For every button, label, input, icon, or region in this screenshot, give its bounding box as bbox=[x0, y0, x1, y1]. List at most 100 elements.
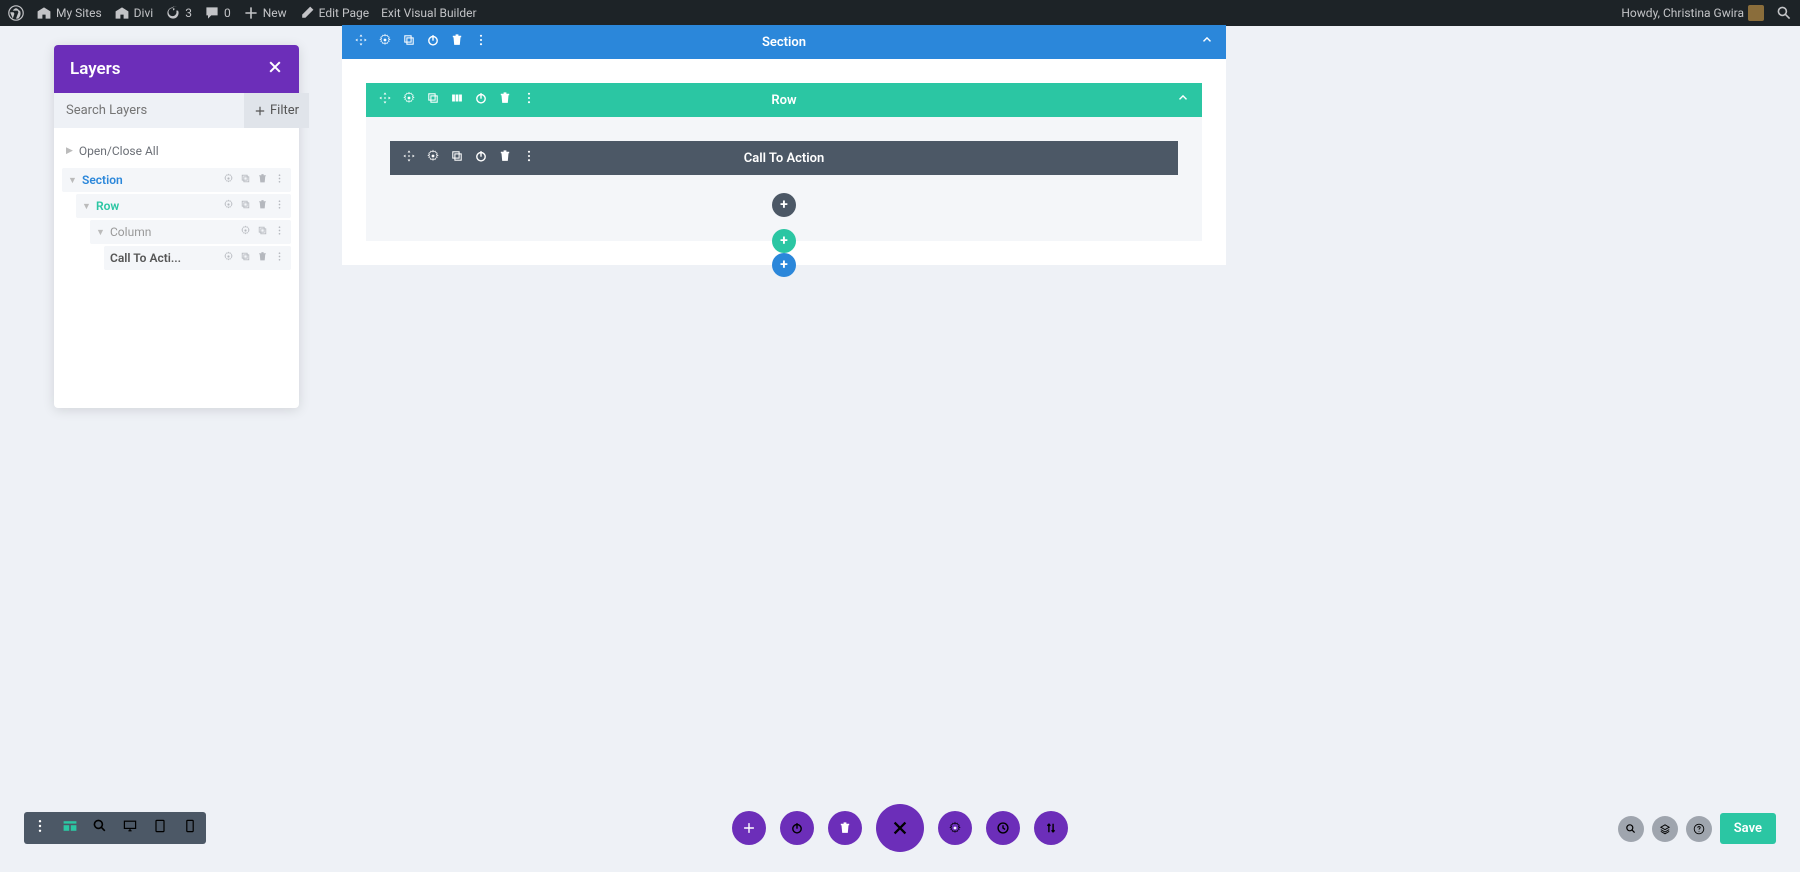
duplicate-icon[interactable] bbox=[257, 225, 268, 239]
view-toolbar bbox=[24, 812, 206, 844]
row-bar[interactable]: Row bbox=[366, 83, 1202, 117]
collapse-icon[interactable] bbox=[1200, 33, 1214, 51]
layers-close-icon[interactable] bbox=[267, 59, 283, 79]
history-button[interactable] bbox=[986, 811, 1020, 845]
gear-icon[interactable] bbox=[223, 251, 234, 265]
admin-search-icon[interactable] bbox=[1776, 5, 1792, 21]
more-icon[interactable] bbox=[274, 251, 285, 265]
layer-module[interactable]: Call To Acti... bbox=[104, 246, 291, 270]
gear-icon[interactable] bbox=[240, 225, 251, 239]
save-label: Save bbox=[1734, 821, 1762, 836]
move-icon[interactable] bbox=[354, 33, 368, 51]
edit-page-label: Edit Page bbox=[319, 6, 369, 20]
move-icon[interactable] bbox=[378, 91, 392, 109]
layer-label: Column bbox=[110, 225, 240, 239]
filter-label: Filter bbox=[270, 103, 299, 118]
gear-icon[interactable] bbox=[402, 91, 416, 109]
trash-icon[interactable] bbox=[498, 91, 512, 109]
builder-toolbar bbox=[732, 804, 1068, 852]
duplicate-icon[interactable] bbox=[240, 251, 251, 265]
open-close-all[interactable]: ▶Open/Close All bbox=[62, 138, 291, 168]
add-button[interactable] bbox=[732, 811, 766, 845]
search-button[interactable] bbox=[1618, 816, 1644, 842]
power-icon[interactable] bbox=[474, 149, 488, 167]
duplicate-icon[interactable] bbox=[240, 199, 251, 213]
layer-label: Call To Acti... bbox=[110, 251, 223, 265]
save-button[interactable]: Save bbox=[1720, 813, 1776, 844]
gear-icon[interactable] bbox=[378, 33, 392, 51]
add-row-button[interactable]: + bbox=[772, 229, 796, 253]
my-sites-link[interactable]: My Sites bbox=[36, 5, 102, 21]
exit-vb-link[interactable]: Exit Visual Builder bbox=[381, 6, 477, 20]
section-bar[interactable]: Section bbox=[342, 25, 1226, 59]
gear-icon[interactable] bbox=[223, 199, 234, 213]
comments-link[interactable]: 0 bbox=[204, 5, 231, 21]
more-icon[interactable] bbox=[274, 199, 285, 213]
layer-section[interactable]: ▼ Section bbox=[62, 168, 291, 192]
caret-icon[interactable]: ▼ bbox=[96, 227, 106, 238]
layers-search-input[interactable] bbox=[54, 93, 244, 128]
duplicate-icon[interactable] bbox=[426, 91, 440, 109]
duplicate-icon[interactable] bbox=[402, 33, 416, 51]
more-icon[interactable] bbox=[522, 91, 536, 109]
caret-icon[interactable]: ▼ bbox=[82, 201, 92, 212]
duplicate-icon[interactable] bbox=[240, 173, 251, 187]
power-icon[interactable] bbox=[426, 33, 440, 51]
wireframe-icon[interactable] bbox=[62, 818, 78, 838]
add-module-button[interactable]: + bbox=[772, 193, 796, 217]
close-builder-button[interactable] bbox=[876, 804, 924, 852]
layers-filter-button[interactable]: Filter bbox=[244, 93, 309, 128]
portability-button[interactable] bbox=[1034, 811, 1068, 845]
columns-icon[interactable] bbox=[450, 91, 464, 109]
layers-button[interactable] bbox=[1652, 816, 1678, 842]
new-link[interactable]: New bbox=[243, 5, 287, 21]
duplicate-icon[interactable] bbox=[450, 149, 464, 167]
layers-title: Layers bbox=[70, 59, 121, 79]
add-section-button[interactable]: + bbox=[772, 253, 796, 277]
tablet-icon[interactable] bbox=[152, 818, 168, 838]
layers-panel: Layers Filter ▶Open/Close All ▼ Section … bbox=[54, 45, 299, 408]
layers-body: ▶Open/Close All ▼ Section ▼ Row ▼ Colu bbox=[54, 128, 299, 408]
gear-icon[interactable] bbox=[223, 173, 234, 187]
phone-icon[interactable] bbox=[182, 818, 198, 838]
layer-label: Row bbox=[96, 199, 223, 213]
more-icon[interactable] bbox=[274, 173, 285, 187]
more-icon[interactable] bbox=[32, 818, 48, 838]
more-icon[interactable] bbox=[274, 225, 285, 239]
howdy-link[interactable]: Howdy, Christina Gwira bbox=[1621, 5, 1764, 21]
row-title: Row bbox=[771, 93, 796, 108]
trash-button[interactable] bbox=[828, 811, 862, 845]
power-icon[interactable] bbox=[474, 91, 488, 109]
updates-link[interactable]: 3 bbox=[165, 5, 192, 21]
builder-canvas: Section Row bbox=[342, 25, 1226, 265]
section-body: Row Call To Action bbox=[342, 59, 1226, 265]
move-icon[interactable] bbox=[402, 149, 416, 167]
avatar bbox=[1748, 5, 1764, 21]
layer-column[interactable]: ▼ Column bbox=[90, 220, 291, 244]
layer-row[interactable]: ▼ Row bbox=[76, 194, 291, 218]
more-icon[interactable] bbox=[522, 149, 536, 167]
trash-icon[interactable] bbox=[257, 251, 268, 265]
edit-page-link[interactable]: Edit Page bbox=[299, 5, 369, 21]
settings-button[interactable] bbox=[938, 811, 972, 845]
layer-label: Section bbox=[82, 173, 223, 187]
trash-icon[interactable] bbox=[450, 33, 464, 51]
wp-logo-icon[interactable] bbox=[8, 5, 24, 21]
gear-icon[interactable] bbox=[426, 149, 440, 167]
wp-admin-bar: My Sites Divi 3 0 New Edit Page Exit Vis… bbox=[0, 0, 1800, 26]
desktop-icon[interactable] bbox=[122, 818, 138, 838]
more-icon[interactable] bbox=[474, 33, 488, 51]
my-sites-label: My Sites bbox=[56, 6, 102, 20]
trash-icon[interactable] bbox=[257, 173, 268, 187]
section-wrap: Section Row bbox=[342, 25, 1226, 265]
caret-icon[interactable]: ▼ bbox=[68, 175, 78, 186]
help-button[interactable] bbox=[1686, 816, 1712, 842]
section-title: Section bbox=[762, 35, 806, 50]
trash-icon[interactable] bbox=[498, 149, 512, 167]
module-bar[interactable]: Call To Action bbox=[390, 141, 1178, 175]
collapse-icon[interactable] bbox=[1176, 91, 1190, 109]
power-button[interactable] bbox=[780, 811, 814, 845]
trash-icon[interactable] bbox=[257, 199, 268, 213]
zoom-icon[interactable] bbox=[92, 818, 108, 838]
site-name-link[interactable]: Divi bbox=[114, 5, 154, 21]
